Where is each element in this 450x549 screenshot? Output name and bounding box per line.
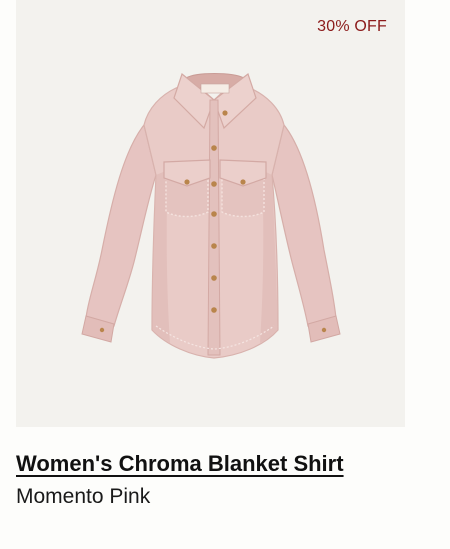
- discount-badge: 30% OFF: [317, 18, 387, 35]
- shirt-graphic: [81, 72, 341, 359]
- product-color-name: Momento Pink: [16, 485, 151, 508]
- product-image[interactable]: [16, 0, 405, 427]
- product-title-link[interactable]: Women's Chroma Blanket Shirt: [16, 451, 344, 477]
- product-image-panel[interactable]: 30% OFF: [16, 0, 405, 427]
- product-card[interactable]: 30% OFF Women's Chroma Blanket Shirt Mom…: [0, 0, 450, 549]
